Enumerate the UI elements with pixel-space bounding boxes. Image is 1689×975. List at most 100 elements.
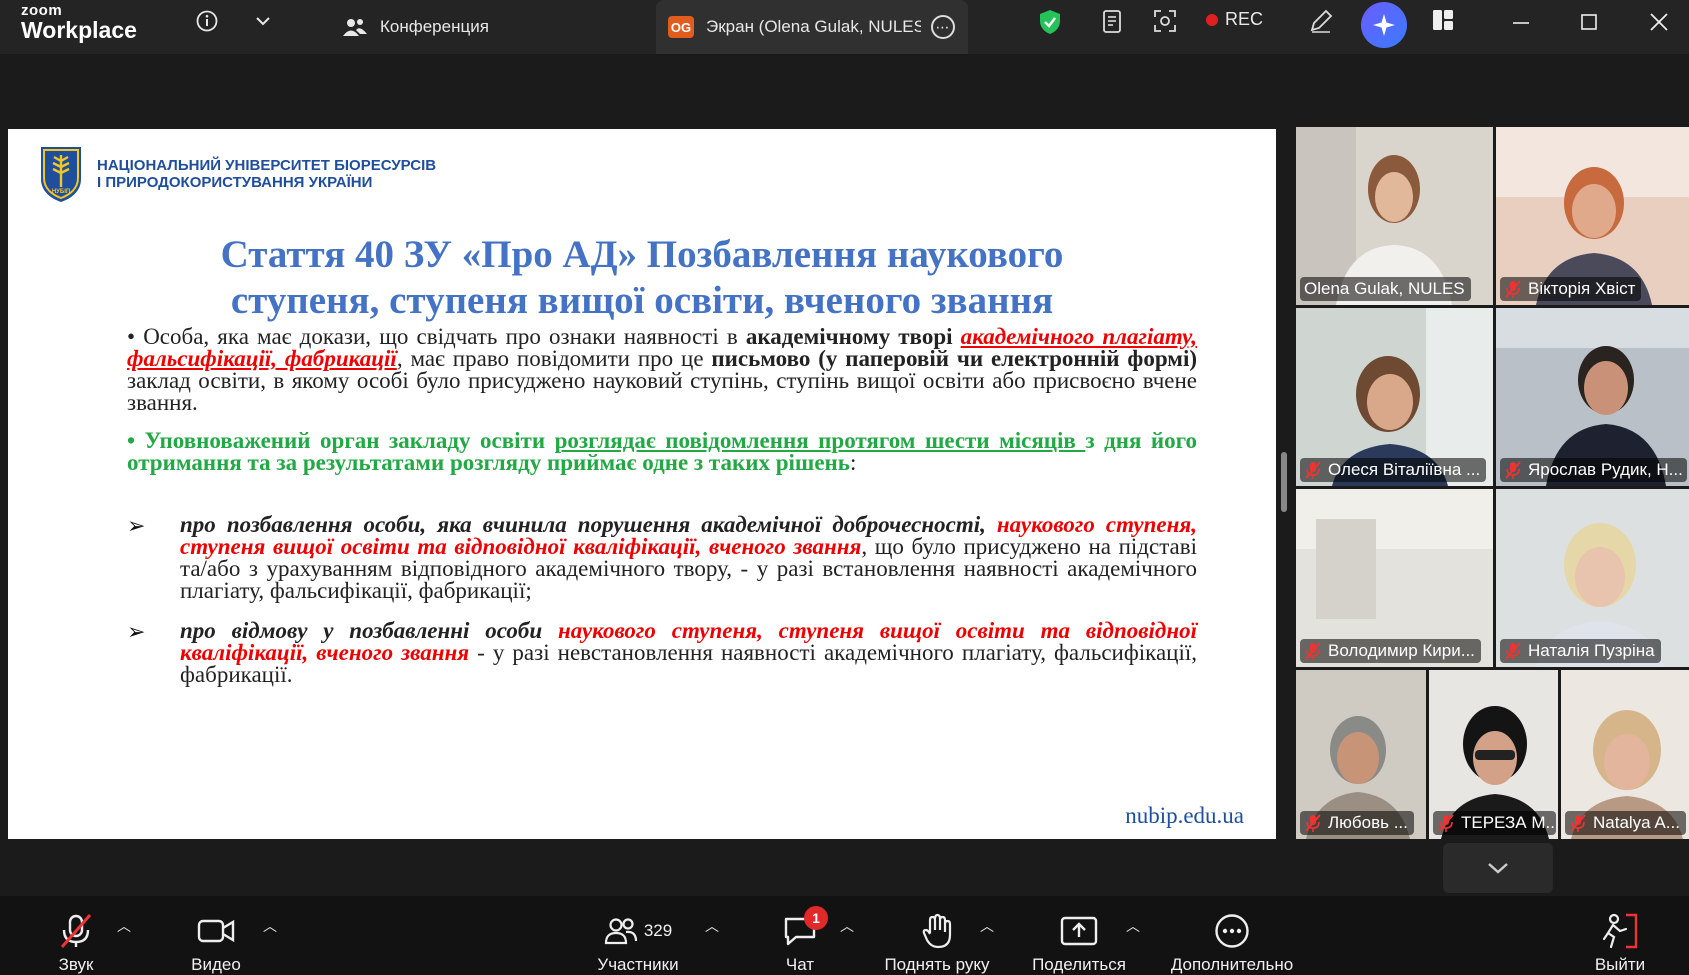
muted-mic-icon: [1305, 814, 1321, 832]
muted-mic-icon: [1305, 642, 1321, 660]
participants-label: Участники: [597, 955, 679, 974]
annotate-pencil-icon[interactable]: [1308, 8, 1334, 34]
participant-name-label: Natalya A...: [1565, 811, 1686, 835]
audio-button[interactable]: Звук: [48, 896, 104, 975]
title-bar: zoom Workplace Конференция OG Экран (Ole…: [0, 0, 1689, 54]
audio-label: Звук: [58, 955, 94, 974]
video-options-caret-icon[interactable]: ︿: [263, 916, 277, 936]
raise-hand-label: Поднять руку: [884, 955, 990, 974]
chevron-down-icon[interactable]: [250, 8, 276, 34]
video-tile-olena-gulak[interactable]: Olena Gulak, NULES: [1296, 127, 1493, 305]
university-name-line1: НАЦІОНАЛЬНИЙ УНІВЕРСИТЕТ БІОРЕСУРСІВ: [97, 157, 437, 174]
video-label: Видео: [191, 955, 241, 974]
reactions-options-caret-icon[interactable]: ︿: [980, 916, 994, 936]
gallery-splitter-handle[interactable]: [1281, 452, 1287, 512]
chevron-down-icon: [1488, 863, 1508, 874]
leave-icon: [1600, 910, 1640, 952]
security-shield-icon[interactable]: [1037, 9, 1063, 35]
participant-name-label: ТЕРЕЗА М...: [1433, 811, 1556, 835]
tab-meeting-label: Конференция: [380, 17, 489, 36]
p1-text-f: заклад освіти, в якому особі було присуд…: [127, 368, 1197, 415]
logo-bottom-text: Workplace: [21, 17, 137, 43]
more-button[interactable]: Дополнительно: [1162, 896, 1302, 975]
more-options-icon[interactable]: ⋯: [931, 15, 955, 39]
paragraph-2: • Уповноважений орган закладу освіти роз…: [127, 429, 1197, 475]
bullet-arrow-1-icon: ➢: [127, 513, 146, 538]
slide-title-line2: ступеня, ступеня вищої освіти, вченого з…: [230, 279, 1054, 322]
participant-name-label: Вікторія Хвіст: [1500, 277, 1642, 301]
university-name-line2: І ПРИРОДОКОРИСТУВАННЯ УКРАЇНИ: [97, 174, 373, 191]
ai-companion-button[interactable]: [1361, 2, 1407, 48]
share-options-caret-icon[interactable]: ︿: [1126, 916, 1140, 936]
tab-screen-share[interactable]: OG Экран (Olena Gulak, NULES ⋯: [656, 0, 968, 54]
bullet-2: про відмову у позбавленні особи науковог…: [180, 619, 1197, 686]
video-tile-participant-3[interactable]: Олеся Віталіївна ...: [1296, 308, 1493, 486]
recording-indicator[interactable]: REC: [1206, 9, 1263, 30]
layout-view-icon[interactable]: [1430, 7, 1456, 33]
maximize-icon[interactable]: [1576, 9, 1602, 35]
focus-mode-icon[interactable]: [1152, 8, 1178, 34]
website-footer: nubip.edu.ua: [1125, 803, 1244, 828]
video-tile-participant-7[interactable]: Любовь ...: [1296, 670, 1426, 839]
audio-options-caret-icon[interactable]: ︿: [117, 916, 131, 936]
share-screen-icon: [1060, 910, 1098, 952]
video-tile-participant-9[interactable]: Natalya A...: [1561, 670, 1689, 839]
muted-mic-icon: [1570, 814, 1586, 832]
share-screen-button[interactable]: Поделиться: [1024, 896, 1134, 975]
raise-hand-icon: [921, 910, 953, 952]
participants-options-caret-icon[interactable]: ︿: [705, 916, 719, 936]
sparkle-icon: [1373, 14, 1395, 36]
chat-options-caret-icon[interactable]: ︿: [840, 916, 854, 936]
video-tile-participant-2[interactable]: Вікторія Хвіст: [1496, 127, 1689, 305]
video-tile-participant-5[interactable]: Володимир Кири...: [1296, 489, 1493, 667]
participants-icon: 329: [604, 910, 672, 952]
shared-screen-slide: НУБІП НАЦІОНАЛЬНИЙ УНІВЕРСИТЕТ БІОРЕСУРС…: [8, 129, 1276, 839]
participant-name-label: Володимир Кири...: [1300, 639, 1481, 663]
share-avatar-badge: OG: [668, 16, 694, 38]
more-label: Дополнительно: [1170, 955, 1294, 974]
muted-mic-icon: [1305, 461, 1321, 479]
muted-mic-icon: [1505, 461, 1521, 479]
tab-meeting[interactable]: Конференция: [330, 0, 501, 54]
participant-name-label: Любовь ...: [1300, 811, 1414, 835]
share-label: Поделиться: [1032, 955, 1126, 974]
minimize-icon[interactable]: [1508, 9, 1534, 35]
muted-mic-icon: [1438, 814, 1454, 832]
muted-mic-icon: [1505, 642, 1521, 660]
rec-label: REC: [1225, 9, 1264, 29]
participants-button[interactable]: 329 Участники: [588, 896, 688, 975]
crest-caption: НУБІП: [52, 189, 70, 195]
tab-screen-share-label: Экран (Olena Gulak, NULES: [706, 17, 921, 36]
slide-title-line1: Стаття 40 ЗУ «Про АД» Позбавлення науков…: [220, 233, 1064, 276]
muted-mic-icon: [1505, 280, 1521, 298]
more-dots-icon: [1214, 910, 1250, 952]
slide-title: Стаття 40 ЗУ «Про АД» Позбавлення науков…: [8, 232, 1276, 324]
gallery-next-page-button[interactable]: [1443, 843, 1553, 893]
logo-top-text: zoom: [21, 2, 63, 19]
leave-button[interactable]: Выйти: [1592, 896, 1648, 975]
video-tile-participant-4[interactable]: Ярослав Рудик, Н...: [1496, 308, 1689, 486]
notes-icon[interactable]: [1100, 9, 1126, 35]
muted-mic-icon: [58, 910, 94, 952]
info-icon[interactable]: [194, 8, 220, 34]
chat-unread-badge: 1: [804, 906, 828, 930]
close-icon[interactable]: [1646, 9, 1672, 35]
participant-name-label: Олеся Віталіївна ...: [1300, 458, 1487, 482]
p2-text-d: :: [849, 450, 857, 475]
university-crest-icon: НУБІП: [41, 147, 81, 202]
people-icon: [342, 16, 368, 38]
meeting-controls-toolbar: Звук ︿ Видео ︿ 329 Участники ︿ Чат 1 ︿ П…: [0, 896, 1689, 975]
bullet-arrow-2-icon: ➢: [127, 619, 146, 644]
video-tile-participant-6[interactable]: Наталія Пузріна: [1496, 489, 1689, 667]
video-tile-participant-8[interactable]: ТЕРЕЗА М...: [1429, 670, 1558, 839]
participants-count: 329: [643, 921, 673, 940]
participant-name-label: Ярослав Рудик, Н...: [1500, 458, 1687, 482]
video-camera-icon: [197, 910, 235, 952]
zoom-logo: zoom Workplace: [21, 3, 137, 42]
bullet-1: про позбавлення особи, яка вчинила поруш…: [180, 513, 1197, 602]
university-header: НУБІП НАЦІОНАЛЬНИЙ УНІВЕРСИТЕТ БІОРЕСУРС…: [39, 145, 436, 203]
video-button[interactable]: Видео: [186, 896, 246, 975]
chat-label: Чат: [785, 955, 815, 974]
paragraph-1: • Особа, яка має докази, що свідчать про…: [127, 325, 1197, 415]
leave-label: Выйти: [1594, 955, 1646, 974]
